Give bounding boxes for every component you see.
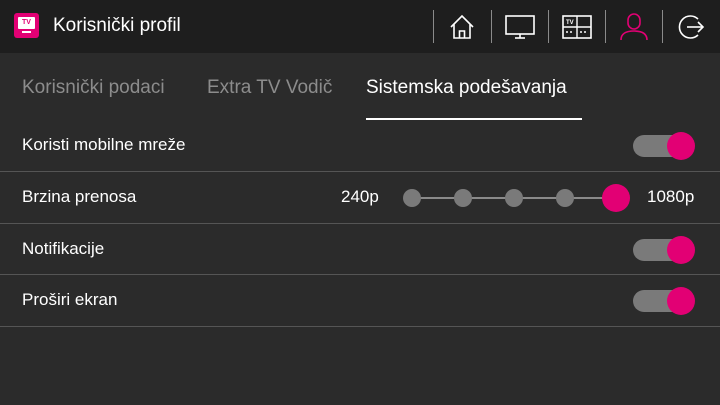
tv-button[interactable] [494, 8, 546, 46]
slider-step-dot[interactable] [403, 189, 421, 207]
svg-text:TV: TV [566, 20, 574, 26]
user-profile-button[interactable] [608, 8, 660, 46]
nav-divider [605, 10, 606, 43]
page-title: Korisnički profil [53, 15, 181, 36]
speed-min-label: 240p [341, 187, 379, 206]
tv-guide-button[interactable]: TV [551, 8, 603, 46]
row-divider [0, 326, 720, 327]
speed-max-label: 1080p [647, 187, 695, 206]
logout-icon [678, 15, 705, 39]
nav-divider [433, 10, 434, 43]
tv-logo-icon: TV [14, 13, 39, 38]
nav-divider [548, 10, 549, 43]
notifications-label: Notifikacije [22, 239, 105, 258]
tab-extra-tv-guide[interactable]: Extra TV Vodič [207, 75, 332, 101]
toggle-knob [667, 132, 695, 160]
slider-step-dot[interactable] [556, 189, 574, 207]
nav-divider [662, 10, 663, 43]
home-button[interactable] [436, 8, 488, 46]
speed-slider-thumb[interactable] [602, 184, 630, 212]
transfer-speed-label: Brzina prenosa [22, 187, 137, 206]
tab-system-settings[interactable]: Sistemska podešavanja [366, 75, 567, 101]
notifications-toggle[interactable] [633, 236, 697, 264]
setting-row-transfer-speed: Brzina prenosa 240p 1080p [0, 172, 720, 223]
toggle-knob [667, 236, 695, 264]
toggle-knob [667, 287, 695, 315]
expand-screen-label: Proširi ekran [22, 290, 118, 309]
tab-user-data[interactable]: Korisnički podaci [22, 75, 165, 101]
setting-row-notifications: Notifikacije [0, 224, 720, 275]
slider-step-dot[interactable] [505, 189, 523, 207]
setting-row-expand-screen: Proširi ekran [0, 275, 720, 326]
logo-text: TV [22, 19, 31, 26]
mobile-networks-label: Koristi mobilne mreže [22, 135, 186, 154]
logout-button[interactable] [665, 8, 717, 46]
mobile-networks-toggle[interactable] [633, 132, 697, 160]
setting-row-mobile-networks: Koristi mobilne mreže [0, 120, 720, 171]
nav-divider [491, 10, 492, 43]
slider-step-dot[interactable] [454, 189, 472, 207]
tv-guide-icon: TV [562, 15, 592, 39]
tv-icon [505, 15, 535, 39]
top-bar: TV Korisnički profil TV [0, 0, 720, 53]
expand-screen-toggle[interactable] [633, 287, 697, 315]
home-icon [450, 14, 474, 39]
user-icon [620, 13, 648, 41]
